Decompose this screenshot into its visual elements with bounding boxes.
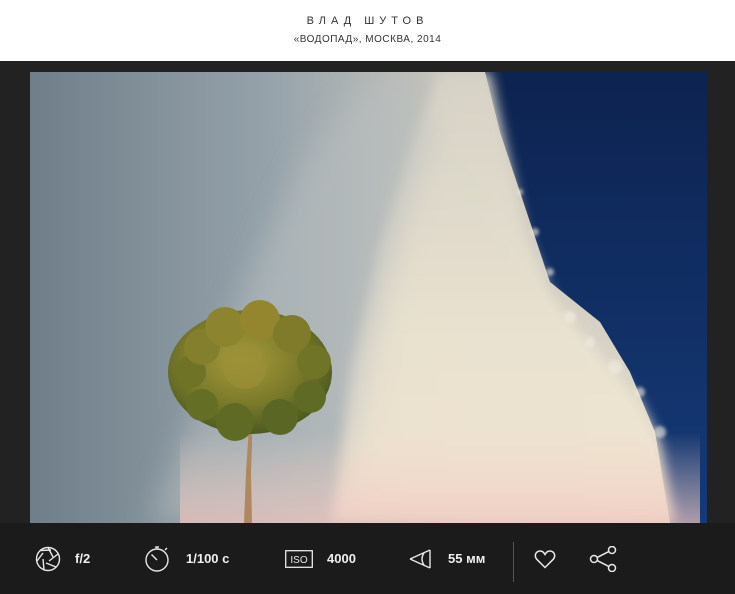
stopwatch-icon bbox=[145, 545, 169, 572]
iso-icon: ISO bbox=[285, 549, 313, 568]
share-button[interactable] bbox=[588, 523, 618, 594]
photo-header: ВЛАД ШУТОВ «ВОДОПАД», МОСКВА, 2014 bbox=[0, 0, 735, 61]
aperture-stat: f/2 bbox=[35, 523, 90, 594]
shutter-value: 1/100 с bbox=[186, 551, 230, 566]
photo-caption: «ВОДОПАД», МОСКВА, 2014 bbox=[293, 34, 442, 45]
photo-stage bbox=[0, 61, 735, 523]
focal-stat: 55 мм bbox=[409, 523, 485, 594]
iso-value: 4000 bbox=[327, 551, 356, 566]
aperture-value: f/2 bbox=[75, 551, 91, 566]
lens-angle-icon bbox=[409, 548, 431, 569]
toolbar-divider bbox=[513, 542, 514, 582]
share-icon bbox=[589, 545, 617, 572]
iso-icon-label: ISO bbox=[290, 555, 307, 566]
photo-image[interactable] bbox=[30, 72, 707, 523]
iso-stat: ISO 4000 bbox=[285, 523, 356, 594]
aperture-icon bbox=[35, 546, 61, 571]
photo-info-bar: f/2 1/100 с ISO 4000 55 мм bbox=[0, 523, 735, 594]
heart-icon bbox=[534, 549, 556, 569]
like-button[interactable] bbox=[534, 523, 556, 594]
shutter-stat: 1/100 с bbox=[144, 523, 229, 594]
author-name[interactable]: ВЛАД ШУТОВ bbox=[0, 14, 735, 28]
focal-value: 55 мм bbox=[448, 551, 486, 566]
